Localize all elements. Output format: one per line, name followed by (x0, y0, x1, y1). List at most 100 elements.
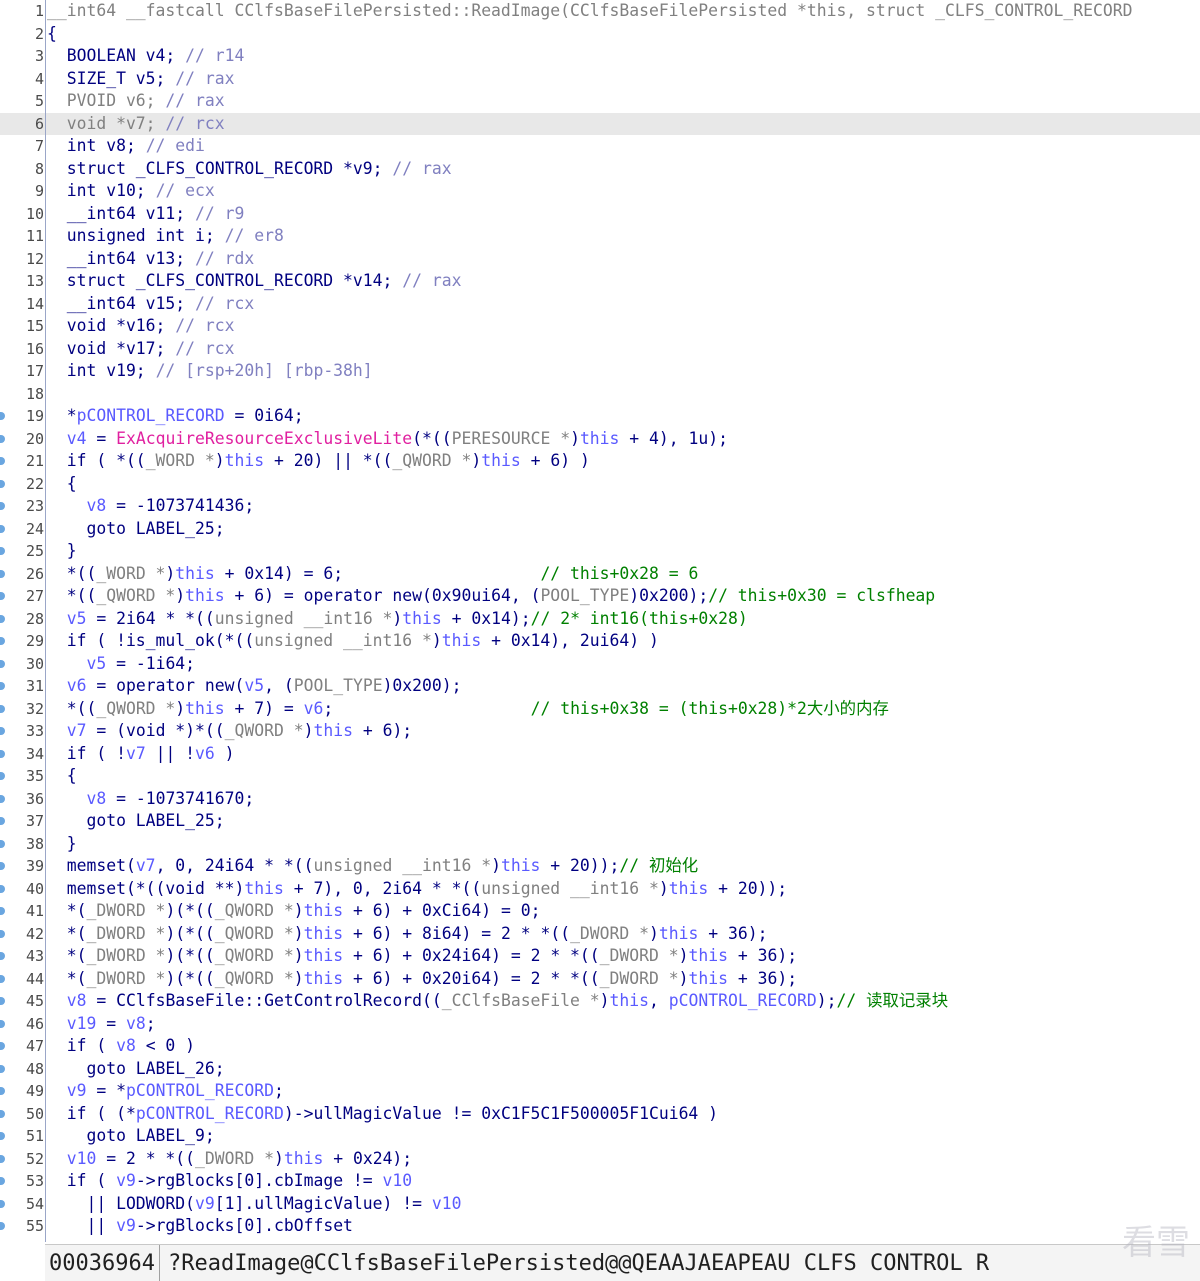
code-token: ) (658, 878, 669, 898)
breakpoint-marker-icon[interactable] (0, 1019, 5, 1028)
code-text: v19 = v8; (47, 1013, 1200, 1036)
code-token: = -1073741670; (106, 788, 255, 808)
code-line[interactable]: 29 if ( !is_mul_ok(*((unsigned __int16 *… (0, 630, 1200, 653)
code-line[interactable]: 49 v9 = *pCONTROL_RECORD; (0, 1080, 1200, 1103)
breakpoint-marker-icon[interactable] (0, 1154, 5, 1163)
code-line[interactable]: 42 *(_DWORD *)(*((_QWORD *)this + 6) + 8… (0, 923, 1200, 946)
code-line[interactable]: 43 *(_DWORD *)(*((_QWORD *)this + 6) + 0… (0, 945, 1200, 968)
code-line[interactable]: 46 v19 = v8; (0, 1013, 1200, 1036)
code-line[interactable]: 41 *(_DWORD *)(*((_QWORD *)this + 6) + 0… (0, 900, 1200, 923)
code-token: *( (47, 923, 87, 943)
code-line[interactable]: 13 struct _CLFS_CONTROL_RECORD *v14; // … (0, 270, 1200, 293)
code-line[interactable]: 7 int v8; // edi (0, 135, 1200, 158)
code-line[interactable]: 25 } (0, 540, 1200, 563)
code-line[interactable]: 6 void *v7; // rcx (0, 112, 1200, 135)
code-line[interactable]: 19 *pCONTROL_RECORD = 0i64; (0, 405, 1200, 428)
code-line[interactable]: 4 SIZE_T v5; // rax (0, 68, 1200, 91)
code-line[interactable]: 11 unsigned int i; // er8 (0, 225, 1200, 248)
code-line[interactable]: 51 goto LABEL_9; (0, 1125, 1200, 1148)
code-line[interactable]: 17 int v19; // [rsp+20h] [rbp-38h] (0, 360, 1200, 383)
code-line[interactable]: 53 if ( v9->rgBlocks[0].cbImage != v10 (0, 1170, 1200, 1193)
breakpoint-marker-icon[interactable] (0, 974, 5, 983)
code-line[interactable]: 55 || v9->rgBlocks[0].cbOffset (0, 1215, 1200, 1238)
breakpoint-marker-icon[interactable] (0, 569, 5, 578)
breakpoint-marker-icon[interactable] (0, 614, 5, 623)
code-line[interactable]: 33 v7 = (void *)*((_QWORD *)this + 6); (0, 720, 1200, 743)
code-line[interactable]: 5 PVOID v6; // rax (0, 90, 1200, 113)
code-line[interactable]: 10 __int64 v11; // r9 (0, 203, 1200, 226)
code-token: ) (214, 451, 225, 470)
code-line[interactable]: 52 v10 = 2 * *((_DWORD *)this + 0x24); (0, 1148, 1200, 1171)
code-token: } (47, 541, 77, 560)
code-line[interactable]: 15 void *v16; // rcx (0, 315, 1200, 338)
code-line[interactable]: 14 __int64 v15; // rcx (0, 293, 1200, 316)
line-number: 30 (0, 653, 44, 676)
code-line[interactable]: 26 *((_WORD *)this + 0x14) = 6; // this+… (0, 563, 1200, 586)
breakpoint-marker-icon[interactable] (0, 659, 5, 668)
breakpoint-marker-icon[interactable] (0, 1199, 5, 1208)
line-number-text: 10 (25, 204, 44, 223)
code-token: { (47, 766, 77, 785)
code-line[interactable]: 8 struct _CLFS_CONTROL_RECORD *v9; // ra… (0, 158, 1200, 181)
line-number: 18 (0, 383, 44, 406)
code-line[interactable]: 1 __int64 __fastcall CClfsBaseFilePersist… (0, 0, 1200, 23)
breakpoint-marker-icon[interactable] (0, 1064, 5, 1073)
code-line[interactable]: 35 { (0, 765, 1200, 788)
code-line[interactable]: 40 memset(*((void **)this + 7), 0, 2i64 … (0, 878, 1200, 901)
code-token: unsigned __int16 * (254, 631, 432, 650)
code-line[interactable]: 38 } (0, 833, 1200, 856)
code-token: if ( ! (47, 743, 126, 763)
code-line[interactable]: 23 v8 = -1073741436; (0, 495, 1200, 518)
breakpoint-marker-icon[interactable] (0, 749, 5, 758)
code-line[interactable]: 39 memset(v7, 0, 24i64 * *((unsigned __i… (0, 855, 1200, 878)
code-line[interactable]: 34 if ( !v7 || !v6 ) (0, 743, 1200, 766)
breakpoint-marker-icon[interactable] (0, 1109, 5, 1118)
code-line[interactable]: 18 (0, 383, 1200, 406)
code-line[interactable]: 9 int v10; // ecx (0, 180, 1200, 203)
breakpoint-marker-icon[interactable] (0, 524, 5, 533)
code-line[interactable]: 12 __int64 v13; // rdx (0, 248, 1200, 271)
code-token: ->rgBlocks[0].cbOffset (135, 1216, 353, 1235)
code-line[interactable]: 50 if ( (*pCONTROL_RECORD)->ullMagicValu… (0, 1103, 1200, 1126)
code-line[interactable]: 47 if ( v8 < 0 ) (0, 1035, 1200, 1058)
code-line[interactable]: 16 void *v17; // rcx (0, 338, 1200, 361)
code-token: )(*(( (165, 901, 215, 920)
pseudocode-view[interactable]: 1 __int64 __fastcall CClfsBaseFilePersist… (0, 0, 1200, 1242)
code-line[interactable]: 22 { (0, 473, 1200, 496)
code-line[interactable]: 2{ (0, 23, 1200, 46)
line-number: 17 (0, 360, 44, 383)
code-token: if ( (47, 1036, 117, 1055)
breakpoint-marker-icon[interactable] (0, 929, 5, 938)
code-line[interactable]: 28 v5 = 2i64 * *((unsigned __int16 *)thi… (0, 608, 1200, 631)
code-line[interactable]: 32 *((_QWORD *)this + 7) = v6; // this+0… (0, 698, 1200, 721)
code-line[interactable]: 21 if ( *((_WORD *)this + 20) || *((_QWO… (0, 450, 1200, 473)
code-token: // [rsp+20h] [rbp-38h] (155, 361, 373, 380)
code-line[interactable]: 36 v8 = -1073741670; (0, 788, 1200, 811)
code-line[interactable]: 30 v5 = -1i64; (0, 653, 1200, 676)
code-token: ) (214, 743, 235, 763)
code-token: = -1073741436; (106, 496, 255, 515)
code-line[interactable]: 44 *(_DWORD *)(*((_QWORD *)this + 6) + 0… (0, 968, 1200, 991)
code-line[interactable]: 20 v4 = ExAcquireResourceExclusiveLite(*… (0, 428, 1200, 451)
breakpoint-marker-icon[interactable] (0, 839, 5, 848)
code-line[interactable]: 27 *((_QWORD *)this + 6) = operator new(… (0, 585, 1200, 608)
breakpoint-marker-icon[interactable] (0, 434, 5, 443)
code-token: // rcx (175, 316, 235, 335)
code-line[interactable]: 24 goto LABEL_25; (0, 518, 1200, 541)
code-line[interactable]: 3 BOOLEAN v4; // r14 (0, 45, 1200, 68)
breakpoint-marker-icon[interactable] (0, 479, 5, 488)
code-token: unsigned __int16 * (214, 608, 393, 628)
breakpoint-marker-icon[interactable] (0, 884, 5, 893)
code-line[interactable]: 31 v6 = operator new(v5, (POOL_TYPE)0x20… (0, 675, 1200, 698)
line-number: 29 (0, 630, 44, 653)
breakpoint-marker-icon[interactable] (0, 794, 5, 803)
code-token: v9 (66, 1081, 87, 1100)
code-text: __int64 v11; // r9 (47, 203, 1200, 226)
code-line[interactable]: 54 || LODWORD(v9[1].ullMagicValue) != v1… (0, 1193, 1200, 1216)
code-line[interactable]: 48 goto LABEL_26; (0, 1058, 1200, 1081)
breakpoint-marker-icon[interactable] (0, 704, 5, 713)
code-line[interactable]: 45 v8 = CClfsBaseFile::GetControlRecord(… (0, 990, 1200, 1013)
code-line[interactable]: 37 goto LABEL_25; (0, 810, 1200, 833)
line-number: 23 (0, 495, 44, 518)
